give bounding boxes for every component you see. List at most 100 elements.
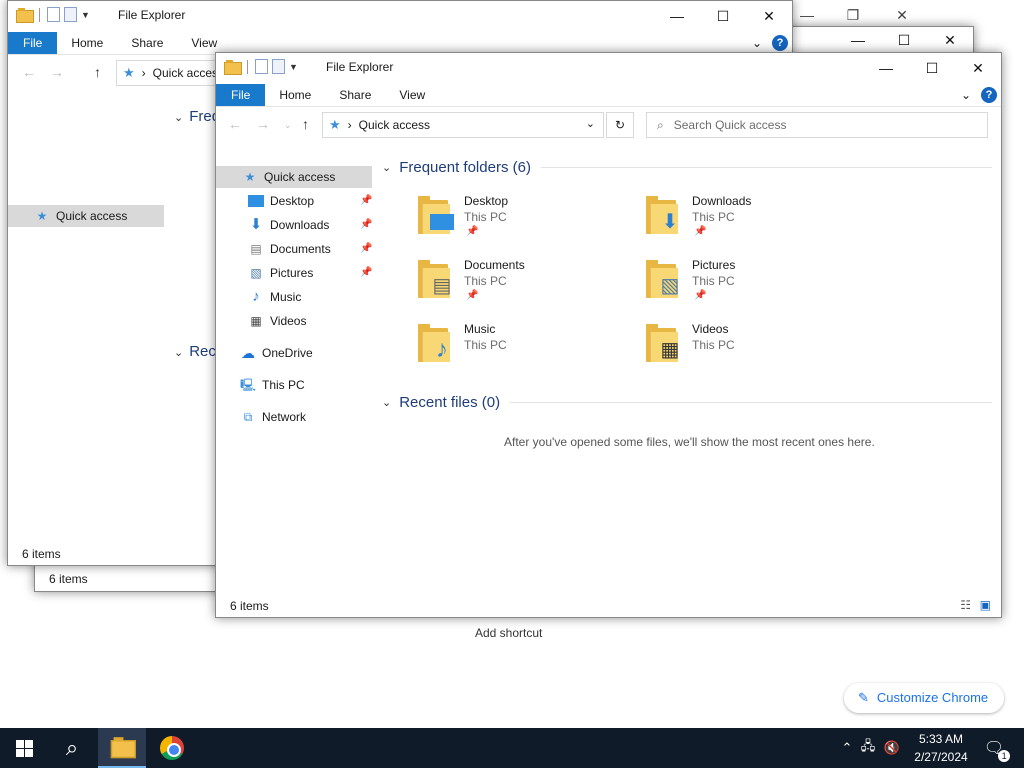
address-bar[interactable]: ★ › Quick access ⌄ <box>322 112 604 138</box>
nav-music[interactable]: ♪ Music <box>216 286 301 308</box>
middle-caption-buttons: — ☐ ✕ <box>835 25 973 55</box>
tab-home[interactable]: Home <box>265 84 325 106</box>
notifications-button[interactable]: 🗨 1 <box>972 728 1016 768</box>
minimize-button[interactable]: — <box>863 53 909 83</box>
nav-this-pc[interactable]: 🖳 This PC <box>216 374 305 396</box>
back-minimize-button[interactable]: — <box>654 1 700 31</box>
frequent-folders-header[interactable]: ⌄ Frequent folders (6) <box>382 159 992 176</box>
folder-tile-videos[interactable]: ▦ Videos This PC <box>646 322 846 380</box>
nav-downloads[interactable]: ⬇ Downloads <box>216 214 330 236</box>
recent-files-header[interactable]: ⌄ Recent files (0) <box>382 394 992 411</box>
computer-icon: 🖳 <box>240 378 257 392</box>
search-box[interactable]: ⌕ Search Quick access <box>646 112 988 138</box>
search-placeholder: Search Quick access <box>673 118 787 132</box>
new-folder-icon[interactable] <box>64 7 77 22</box>
up-button[interactable]: ↑ <box>302 116 309 132</box>
back-button[interactable]: ← <box>228 116 242 132</box>
back-caption-buttons: — ☐ ✕ <box>654 1 792 31</box>
pin-icon: 📌 <box>360 243 373 254</box>
expand-ribbon-icon[interactable]: ⌄ <box>752 36 762 50</box>
nav-network[interactable]: ⧉ Network <box>216 406 306 428</box>
folder-tile-downloads[interactable]: ⬇ Downloads This PC 📌 <box>646 194 846 252</box>
main-titlebar[interactable]: ▼ File Explorer — ☐ ✕ <box>216 53 1001 84</box>
forward-button[interactable]: → <box>50 64 64 80</box>
notification-icon: 🗨 1 <box>984 738 1011 762</box>
nav-quick-access[interactable]: ★ Quick access <box>216 166 372 188</box>
back-tab-view[interactable]: View <box>177 32 231 54</box>
search-icon: ⌕ <box>65 735 79 760</box>
customize-toolbar-dropdown[interactable]: ▼ <box>81 10 90 20</box>
tab-view[interactable]: View <box>385 84 439 106</box>
tab-share[interactable]: Share <box>325 84 385 106</box>
recent-locations-icon[interactable]: ⌄ <box>284 120 292 131</box>
customize-chrome-button[interactable]: ✎ Customize Chrome <box>844 683 1005 713</box>
clock-time: 5:33 AM <box>918 732 964 746</box>
main-ribbon: File Home Share View ⌄? <box>216 84 1001 107</box>
folder-tile-music[interactable]: ♪ Music This PC <box>418 322 618 380</box>
folder-tile-documents[interactable]: ▤ Documents This PC 📌 <box>418 258 618 316</box>
taskbar-chrome[interactable] <box>148 728 196 768</box>
start-button[interactable] <box>0 728 48 768</box>
back-nav-quick-access[interactable]: ★ Quick access <box>8 205 164 227</box>
folder-icon <box>224 59 242 75</box>
pin-icon: 📌 <box>466 226 479 237</box>
properties-icon[interactable] <box>47 7 60 22</box>
quick-access-star-icon: ★ <box>329 117 341 132</box>
up-button[interactable]: ↑ <box>94 64 101 80</box>
back-titlebar[interactable]: ▼ File Explorer — ☐ ✕ <box>8 1 792 32</box>
forward-button[interactable]: → <box>256 116 270 132</box>
clock[interactable]: 5:33 AM 2/27/2024 <box>910 730 972 766</box>
close-button[interactable]: ✕ <box>955 53 1001 83</box>
back-tab-home[interactable]: Home <box>57 32 117 54</box>
nav-documents[interactable]: ▤ Documents <box>216 238 330 260</box>
back-close-button[interactable]: ✕ <box>746 1 792 31</box>
folder-tile-pictures[interactable]: ▧ Pictures This PC 📌 <box>646 258 846 316</box>
network-status-icon[interactable]: 🖧 <box>856 737 880 759</box>
customize-toolbar-dropdown[interactable]: ▼ <box>289 62 298 72</box>
add-shortcut-label[interactable]: Add shortcut <box>475 626 542 640</box>
star-icon: ★ <box>244 170 256 184</box>
documents-icon: ▤ <box>432 275 452 297</box>
chevron-down-icon: ⌄ <box>382 397 392 409</box>
tab-file[interactable]: File <box>216 84 266 106</box>
expand-ribbon-icon[interactable]: ⌄ <box>961 88 971 102</box>
explorer-window-main[interactable]: ▼ File Explorer — ☐ ✕ File Home Share Vi… <box>215 52 1002 618</box>
pin-icon: 📌 <box>360 267 373 278</box>
maximize-button[interactable]: ☐ <box>909 53 955 83</box>
pictures-icon: ▧ <box>660 275 680 297</box>
refresh-icon: ↻ <box>614 118 626 132</box>
main-caption-buttons: — ☐ ✕ <box>863 53 1001 83</box>
new-folder-icon[interactable] <box>272 59 285 74</box>
properties-icon[interactable] <box>255 59 268 74</box>
back-tab-file[interactable]: File <box>8 32 58 54</box>
volume-muted-icon[interactable]: 🔇 <box>880 740 904 756</box>
windows-logo-icon <box>15 739 33 757</box>
back-window-title: File Explorer <box>118 8 186 22</box>
back-button[interactable]: ← <box>22 64 36 80</box>
middle-minimize-button[interactable]: — <box>835 25 881 55</box>
show-hidden-icons-chevron-icon[interactable]: ⌃ <box>838 740 856 756</box>
details-view-icon[interactable]: ☷ <box>960 598 971 612</box>
download-arrow-icon: ⬇ <box>249 216 263 233</box>
star-icon: ★ <box>36 209 48 223</box>
nav-onedrive[interactable]: ☁ OneDrive <box>216 342 313 364</box>
nav-videos[interactable]: ▦ Videos <box>216 310 306 332</box>
large-icons-view-icon[interactable]: ▣ <box>980 598 991 612</box>
help-icon[interactable]: ? <box>772 35 788 51</box>
search-button[interactable]: ⌕ <box>48 728 96 768</box>
nav-desktop[interactable]: Desktop <box>216 190 314 212</box>
middle-close-button[interactable]: ✕ <box>927 25 973 55</box>
taskbar-file-explorer[interactable] <box>98 728 146 768</box>
refresh-button[interactable]: ↻ <box>606 112 634 138</box>
search-icon: ⌕ <box>657 117 664 132</box>
chrome-icon <box>160 736 184 760</box>
address-dropdown-icon[interactable]: ⌄ <box>586 117 595 130</box>
back-maximize-button[interactable]: ☐ <box>700 1 746 31</box>
nav-pictures[interactable]: ▧ Pictures <box>216 262 313 284</box>
middle-maximize-button[interactable]: ☐ <box>881 25 927 55</box>
quick-access-star-icon: ★ <box>123 65 135 80</box>
music-note-icon: ♪ <box>436 336 448 363</box>
back-tab-share[interactable]: Share <box>117 32 177 54</box>
help-icon[interactable]: ? <box>981 87 997 103</box>
folder-tile-desktop[interactable]: Desktop This PC 📌 <box>418 194 618 252</box>
